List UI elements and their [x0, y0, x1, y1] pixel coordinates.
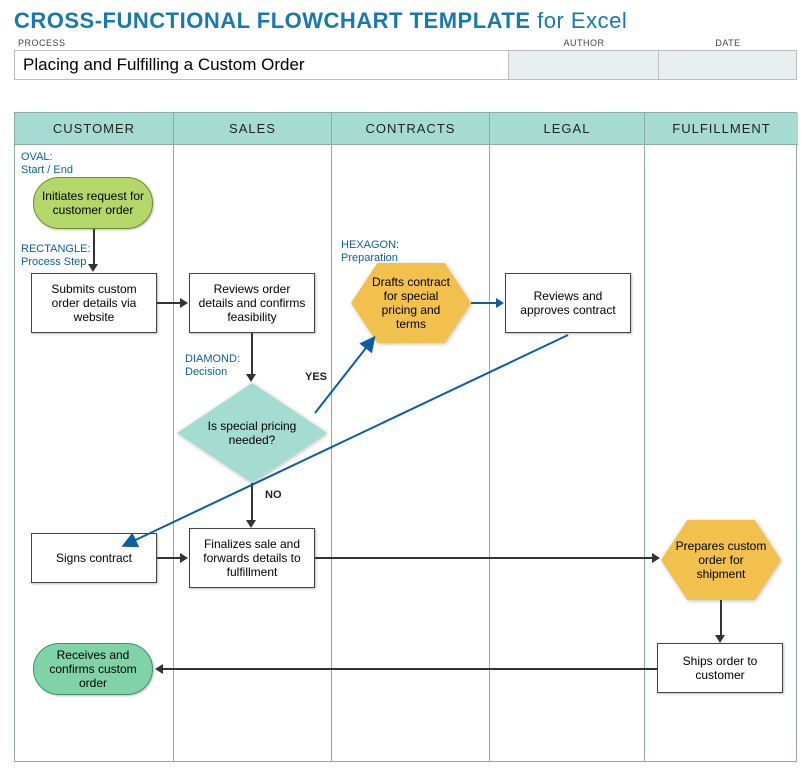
node-sign-contract[interactable]: Signs contract [31, 533, 157, 583]
date-field[interactable] [659, 50, 797, 80]
author-label: AUTHOR [509, 36, 659, 50]
connector [315, 557, 653, 559]
node-ship-order[interactable]: Ships order to customer [657, 643, 783, 693]
hint-hexagon: HEXAGON: Preparation [341, 239, 399, 265]
connector [157, 302, 181, 304]
label-no: NO [265, 489, 282, 501]
hint-oval: OVAL: Start / End [21, 151, 73, 177]
arrow-right-icon [180, 298, 188, 308]
arrow-down-icon [715, 635, 725, 643]
arrow-right-icon [496, 298, 504, 308]
arrow-down-icon [246, 520, 256, 528]
swimlane-container: CUSTOMER SALES CONTRACTS LEGAL FULFILLME… [14, 112, 797, 762]
label-yes: YES [305, 371, 327, 383]
node-prepare-shipment[interactable]: Prepares custom order for shipment [661, 520, 781, 600]
date-label: DATE [659, 36, 797, 50]
process-label: PROCESS [14, 36, 509, 50]
title-strong: CROSS-FUNCTIONAL FLOWCHART TEMPLATE [14, 8, 531, 33]
node-initiate-request[interactable]: Initiates request for customer order [33, 177, 153, 229]
node-review-feasibility[interactable]: Reviews order details and confirms feasi… [189, 273, 315, 333]
arrow-down-icon [88, 264, 98, 272]
lane-header-sales: SALES [174, 113, 331, 145]
node-finalize-sale[interactable]: Finalizes sale and forwards details to f… [189, 528, 315, 588]
arrow-down-icon [246, 374, 256, 382]
arrow-right-icon [652, 553, 660, 563]
connector [93, 229, 95, 265]
arrow-left-icon [155, 664, 163, 674]
node-decision-pricing[interactable]: Is special pricing needed? [177, 383, 327, 483]
author-field[interactable] [509, 50, 659, 80]
node-submit-details[interactable]: Submits custom order details via website [31, 273, 157, 333]
lane-header-customer: CUSTOMER [15, 113, 173, 145]
page-title: CROSS-FUNCTIONAL FLOWCHART TEMPLATE for … [0, 0, 811, 36]
lane-header-legal: LEGAL [490, 113, 644, 145]
hint-diamond: DIAMOND: Decision [185, 353, 240, 379]
connector [251, 333, 253, 375]
metadata-row: PROCESS Placing and Fulfilling a Custom … [0, 36, 811, 80]
node-approve-contract[interactable]: Reviews and approves contract [505, 273, 631, 333]
hint-rectangle: RECTANGLE: Process Step [21, 243, 90, 269]
process-field[interactable]: Placing and Fulfilling a Custom Order [14, 50, 509, 80]
node-draft-contract[interactable]: Drafts contract for special pricing and … [351, 263, 471, 343]
connector [720, 600, 722, 636]
connector [163, 668, 657, 670]
connector [251, 483, 253, 521]
arrow-right-icon [180, 553, 188, 563]
connector [471, 302, 497, 304]
connector [157, 557, 181, 559]
title-light: for Excel [531, 8, 628, 33]
node-receive-confirm[interactable]: Receives and confirms custom order [33, 643, 153, 695]
lane-header-contracts: CONTRACTS [332, 113, 489, 145]
lane-header-fulfillment: FULFILLMENT [645, 113, 798, 145]
